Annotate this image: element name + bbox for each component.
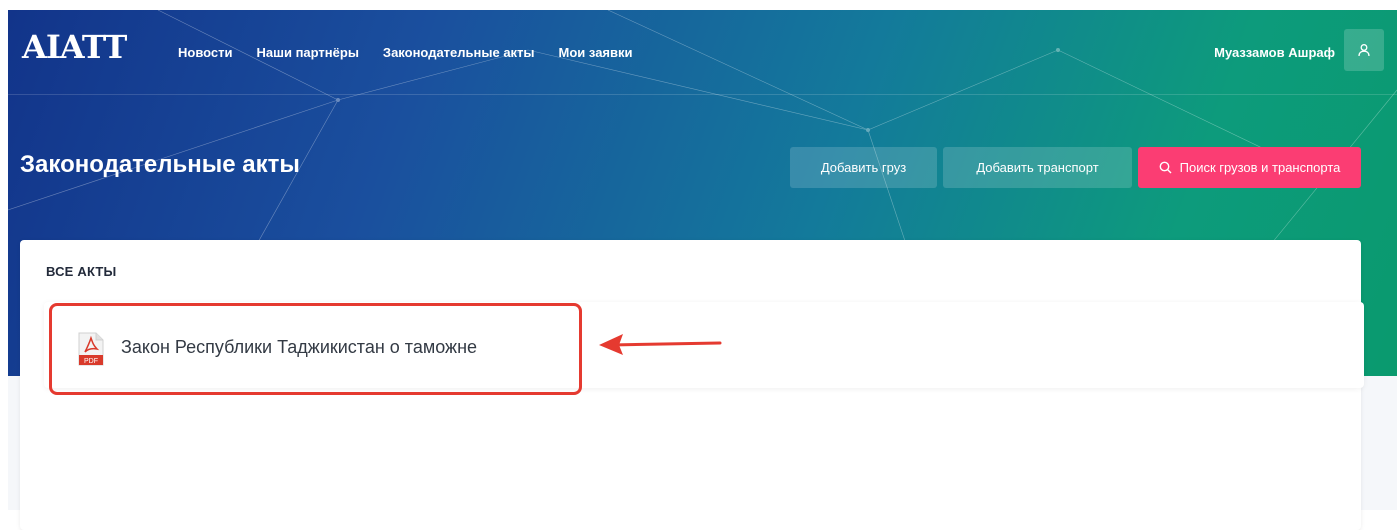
pdf-icon: PDF xyxy=(78,332,104,366)
acts-card: ВСЕ АКТЫ PDF Закон Республики Таджикиста… xyxy=(20,240,1364,530)
section-title: ВСЕ АКТЫ xyxy=(46,264,117,279)
act-title[interactable]: Закон Республики Таджикистан о таможне xyxy=(121,337,477,358)
page-title: Законодательные акты xyxy=(20,151,300,178)
header-divider xyxy=(8,94,1397,95)
search-cargo-transport-button[interactable]: Поиск грузов и транспорта xyxy=(1138,147,1361,188)
nav-my-requests[interactable]: Мои заявки xyxy=(559,45,633,60)
add-transport-button[interactable]: Добавить транспорт xyxy=(943,147,1132,188)
search-icon xyxy=(1159,161,1172,174)
act-item[interactable]: PDF Закон Республики Таджикистан о тамож… xyxy=(44,302,1364,388)
app-frame: AIATT Новости Наши партнёры Законодатель… xyxy=(8,10,1397,530)
add-cargo-button[interactable]: Добавить груз xyxy=(790,147,937,188)
pdf-icon-label: PDF xyxy=(84,358,98,365)
search-button-label: Поиск грузов и транспорта xyxy=(1179,160,1341,175)
logo[interactable]: AIATT xyxy=(22,28,127,66)
nav-partners[interactable]: Наши партнёры xyxy=(257,45,359,60)
nav-legislative-acts[interactable]: Законодательные акты xyxy=(383,45,535,60)
main-nav: Новости Наши партнёры Законодательные ак… xyxy=(178,45,633,60)
top-navigation: AIATT Новости Наши партнёры Законодатель… xyxy=(8,10,1397,95)
user-menu-button[interactable] xyxy=(1344,29,1384,71)
nav-news[interactable]: Новости xyxy=(178,45,233,60)
user-icon xyxy=(1358,44,1370,57)
user-name[interactable]: Муаззамов Ашраф xyxy=(1214,45,1335,60)
